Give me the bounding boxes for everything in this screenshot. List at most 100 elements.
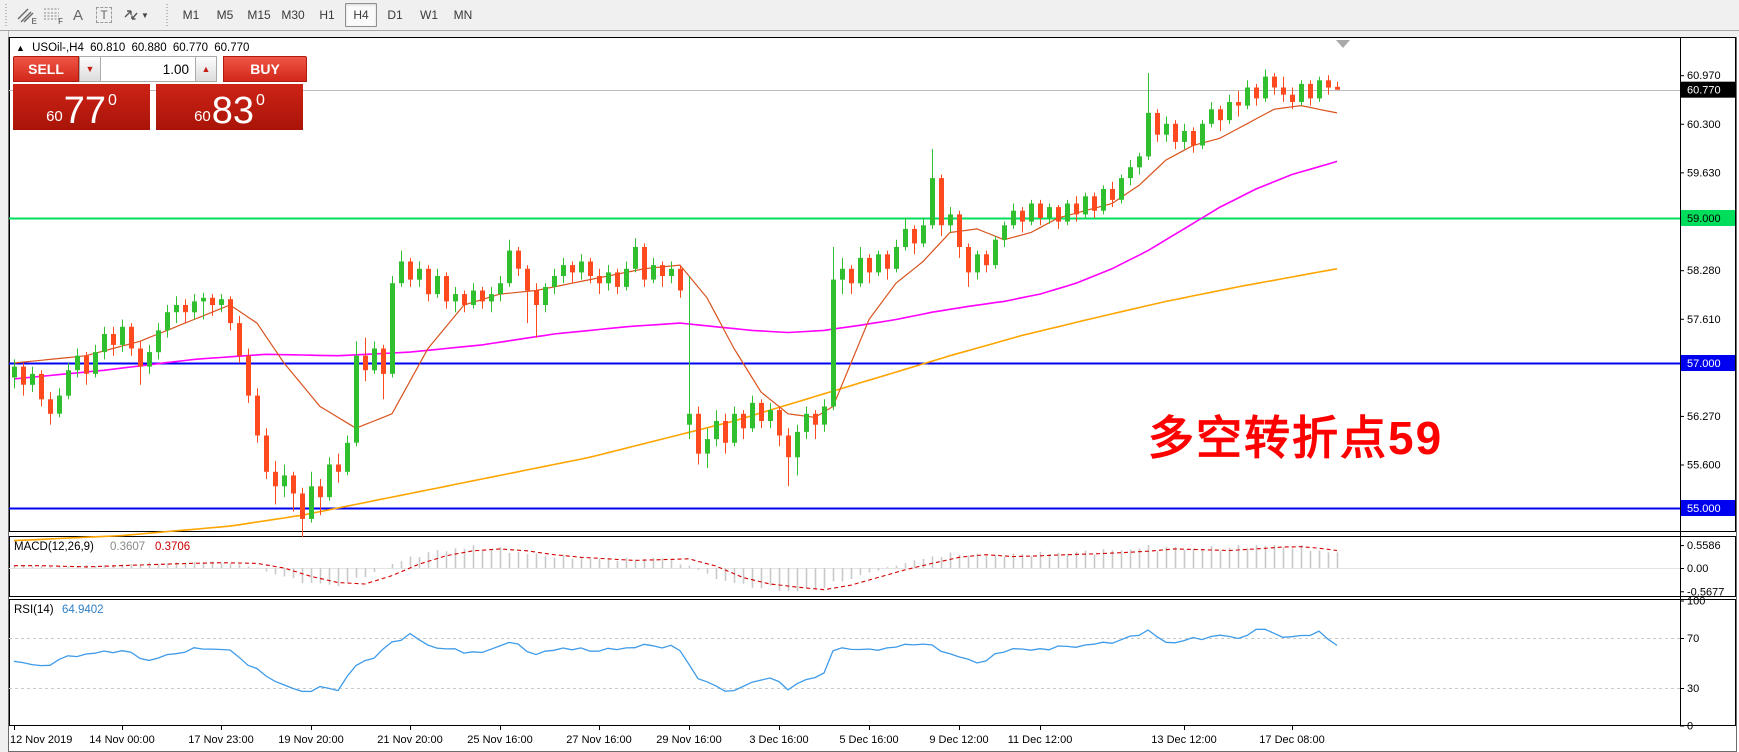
candle-body (939, 178, 944, 225)
candle-body (1155, 113, 1160, 135)
up-arrow-icon: ▲ (202, 64, 211, 74)
candle-body (39, 374, 44, 399)
candle-body (1290, 95, 1295, 102)
candle-body (741, 414, 746, 429)
candle-body (1074, 204, 1079, 215)
candle-body (1092, 196, 1097, 211)
candle-body (435, 276, 440, 294)
candle-body (498, 283, 503, 294)
macd-label: MACD(12,26,9) (14, 541, 94, 553)
candle-body (444, 276, 449, 301)
candle-body (804, 414, 809, 432)
candle-body (147, 352, 152, 367)
current-price-badge-label: 60.770 (1687, 85, 1721, 97)
buy-button[interactable]: BUY (223, 56, 307, 82)
level-59.000-badge-label: 59.000 (1687, 213, 1721, 225)
buy-price-sup: 0 (256, 93, 265, 109)
time-axis-label: 19 Nov 20:00 (278, 734, 343, 746)
candle-body (1164, 124, 1169, 135)
candle-body (426, 269, 431, 294)
candle-body (786, 436, 791, 458)
rsi-axis-label: 100 (1687, 596, 1705, 608)
time-axis-label: 17 Nov 23:00 (188, 734, 253, 746)
time-axis-label: 11 Dec 12:00 (1008, 734, 1073, 746)
candle-body (111, 334, 116, 345)
candle-body (399, 262, 404, 284)
candle-body (705, 439, 710, 454)
candle-body (957, 214, 962, 247)
candle-body (912, 229, 917, 244)
volume-input[interactable] (101, 56, 195, 82)
ohlc-close: 60.770 (214, 42, 249, 54)
candle-body (453, 294, 458, 301)
candle-body (633, 247, 638, 269)
candle-body (183, 305, 188, 312)
candle-body (345, 443, 350, 472)
candle-body (102, 334, 107, 352)
time-axis-label: 12 Nov 2019 (10, 734, 72, 746)
candle-body (1110, 189, 1115, 200)
trading-platform-window: E F A T ▼ M1M5M15M30H1H4D1W1MN 60.97060.… (0, 0, 1739, 752)
candle-body (75, 356, 80, 371)
candle-body (489, 294, 494, 301)
candle-body (507, 251, 512, 284)
price-axis-label: 58.280 (1687, 265, 1721, 277)
candle-body (219, 299, 224, 305)
candle-body (1128, 167, 1133, 178)
down-arrow-icon: ▼ (86, 64, 95, 74)
candle-body (543, 287, 548, 305)
candle-body (336, 465, 341, 472)
candle-body (30, 374, 35, 385)
rsi-axis-label: 0 (1687, 721, 1693, 733)
collapse-triangle-icon[interactable]: ▲ (16, 43, 25, 53)
candle-body (597, 276, 602, 283)
buy-price-panel[interactable]: 60 83 0 (156, 84, 303, 130)
candle-body (624, 269, 629, 287)
candle-body (777, 410, 782, 435)
candle-body (1029, 204, 1034, 222)
candle-body (876, 254, 881, 272)
volume-increase-button[interactable]: ▲ (195, 56, 217, 82)
candle-body (174, 305, 179, 312)
candle-body (255, 396, 260, 436)
candle-body (282, 475, 287, 486)
time-axis-label: 5 Dec 16:00 (839, 734, 898, 746)
candle-body (687, 414, 692, 425)
candle-body (894, 247, 899, 269)
candle-body (660, 265, 665, 276)
candle-body (930, 178, 935, 225)
volume-decrease-button[interactable]: ▼ (79, 56, 101, 82)
macd-signal-value: 0.3706 (155, 541, 190, 553)
candle-body (966, 247, 971, 272)
candle-body (552, 276, 557, 287)
time-axis-label: 27 Nov 16:00 (566, 734, 631, 746)
sell-button[interactable]: SELL (13, 56, 79, 82)
price-axis-label: 57.610 (1687, 314, 1721, 326)
candle-body (1263, 77, 1268, 99)
candle-body (849, 269, 854, 284)
candle-body (300, 494, 305, 519)
candle-body (480, 291, 485, 302)
candle-body (525, 269, 530, 291)
price-axis-label: 60.300 (1687, 119, 1721, 131)
candle-body (696, 414, 701, 454)
candle-body (354, 356, 359, 443)
candle-body (651, 265, 656, 280)
candle-body (12, 367, 17, 378)
sell-price-panel[interactable]: 60 77 0 (13, 84, 150, 130)
candle-body (669, 269, 674, 276)
level-57.000-badge-label: 57.000 (1687, 358, 1721, 370)
candle-body (192, 301, 197, 312)
candle-body (1254, 88, 1259, 99)
candle-body (678, 269, 683, 291)
candle-body (1011, 211, 1016, 226)
candle-body (948, 214, 953, 225)
candle-body (858, 258, 863, 283)
ohlc-open: 60.810 (90, 42, 125, 54)
candle-body (246, 356, 251, 396)
candle-body (1191, 131, 1196, 146)
price-axis-label: 59.630 (1687, 167, 1721, 179)
buy-price-big: 83 (212, 95, 254, 127)
candle-body (264, 436, 269, 472)
sell-price-sup: 0 (108, 93, 117, 109)
